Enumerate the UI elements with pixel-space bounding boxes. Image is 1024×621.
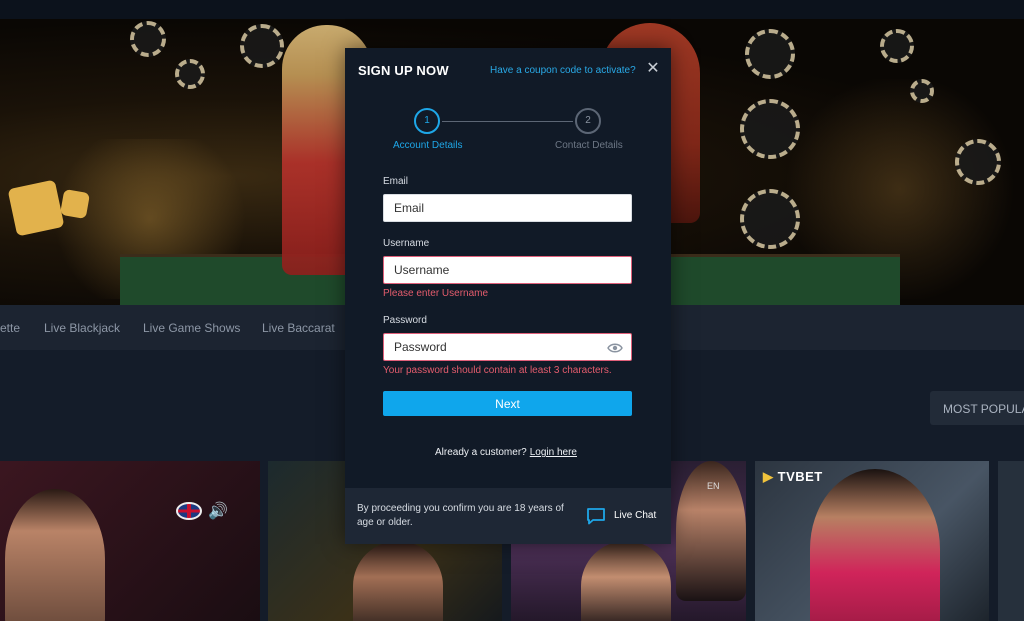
password-field[interactable]	[383, 333, 632, 361]
step-1-indicator: 1	[414, 108, 440, 134]
password-error: Your password should contain at least 3 …	[383, 365, 612, 376]
login-link[interactable]: Login here	[530, 447, 577, 458]
email-label: Email	[383, 176, 409, 187]
coupon-code-link[interactable]: Have a coupon code to activate?	[490, 65, 636, 76]
username-error: Please enter Username	[383, 288, 489, 299]
step-2-indicator: 2	[575, 108, 601, 134]
modal-footer: By proceeding you confirm you are 18 yea…	[345, 488, 671, 544]
close-icon[interactable]: ✕	[645, 61, 661, 77]
live-chat-label: Live Chat	[614, 510, 657, 521]
step-1-label: Account Details	[393, 140, 463, 151]
next-button[interactable]: Next	[383, 391, 632, 416]
username-field[interactable]	[383, 256, 632, 284]
already-customer-text: Already a customer? Login here	[435, 447, 577, 458]
username-label: Username	[383, 238, 430, 249]
show-password-eye-icon[interactable]	[607, 342, 623, 354]
password-label: Password	[383, 315, 427, 326]
email-field[interactable]	[383, 194, 632, 222]
modal-title: SIGN UP NOW	[358, 63, 449, 78]
already-customer-label: Already a customer?	[435, 447, 527, 458]
step-2-label: Contact Details	[555, 140, 623, 151]
chat-bubble-icon	[587, 508, 605, 525]
stepper-line	[442, 121, 573, 122]
age-confirmation-note: By proceeding you confirm you are 18 yea…	[357, 503, 564, 528]
signup-modal: SIGN UP NOW Have a coupon code to activa…	[345, 48, 671, 544]
